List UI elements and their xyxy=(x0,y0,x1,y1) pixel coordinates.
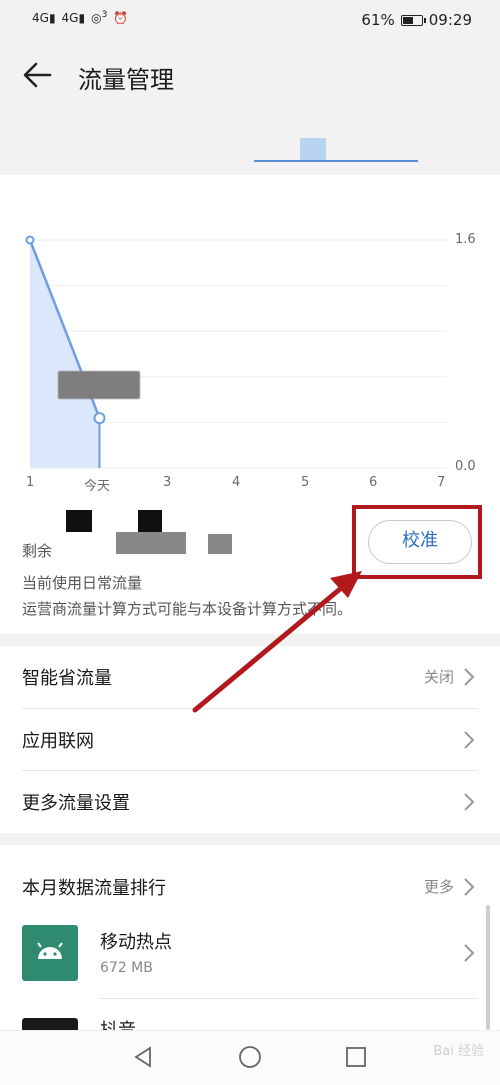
y-tick-max: 1.6 xyxy=(455,232,476,247)
remain-label: 剩余 xyxy=(22,542,53,560)
app-network-label: 应用联网 xyxy=(22,731,94,752)
app-header: 流量管理 xyxy=(0,40,500,175)
redacted-block xyxy=(66,510,92,532)
status-icons-left: 4G▮ 4G▮ ◎3 ⏰ xyxy=(32,10,128,25)
tab-indicator-blur xyxy=(300,138,326,160)
y-tick-min: 0.0 xyxy=(455,459,476,474)
app-name: 移动热点 xyxy=(100,932,172,953)
highlight-box xyxy=(352,505,482,579)
redacted-block xyxy=(208,534,232,554)
carrier-note: 运营商流量计算方式可能与本设备计算方式不同。 xyxy=(22,600,353,618)
current-plan-note: 当前使用日常流量 xyxy=(22,574,143,592)
chart-tooltip xyxy=(58,371,140,399)
more-settings-label: 更多流量设置 xyxy=(22,793,130,814)
section-separator xyxy=(0,833,500,845)
x-tick-1: 1 xyxy=(26,475,35,490)
recents-square-icon[interactable] xyxy=(344,1045,368,1069)
watermark: Bai 经验 xyxy=(433,1044,484,1059)
data-point xyxy=(25,235,35,245)
smart-saver-value: 关闭 xyxy=(423,668,454,686)
smart-saver-label: 智能省流量 xyxy=(22,668,112,689)
hotspot-icon: ◎3 xyxy=(91,10,108,25)
x-tick-7: 7 xyxy=(437,475,446,490)
clock: 09:29 xyxy=(428,11,472,29)
scrollbar[interactable] xyxy=(486,905,490,1030)
redacted-block xyxy=(116,532,186,554)
x-tick-3: 3 xyxy=(163,475,172,490)
android-icon xyxy=(22,925,78,981)
chevron-right-icon xyxy=(464,668,475,686)
back-arrow-icon[interactable] xyxy=(20,58,54,92)
signal-icon: 4G▮ xyxy=(32,10,56,25)
system-nav-bar xyxy=(0,1030,500,1085)
ranking-more-link[interactable]: 更多 xyxy=(424,876,454,897)
x-tick-5: 5 xyxy=(301,475,310,490)
chevron-right-icon xyxy=(464,793,475,811)
battery-icon xyxy=(400,14,426,26)
x-tick-4: 4 xyxy=(232,475,241,490)
usage-area xyxy=(30,240,100,468)
tab-underline xyxy=(254,160,418,162)
smart-saver-row[interactable]: 智能省流量 关闭 xyxy=(0,646,500,708)
x-tick-today: 今天 xyxy=(84,479,111,494)
data-point xyxy=(93,412,106,425)
app-name: 抖音 xyxy=(100,1016,136,1030)
home-circle-icon[interactable] xyxy=(238,1045,262,1069)
divider xyxy=(100,998,478,999)
alarm-icon: ⏰ xyxy=(113,10,129,25)
chevron-right-icon xyxy=(464,731,475,749)
back-triangle-icon[interactable] xyxy=(132,1045,154,1069)
status-bar: 4G▮ 4G▮ ◎3 ⏰ 61% 09:29 xyxy=(0,0,500,40)
chart-svg xyxy=(25,235,447,469)
redacted-block xyxy=(138,510,162,532)
status-icons-right: 61% 09:29 xyxy=(361,11,472,29)
chevron-right-icon[interactable] xyxy=(462,876,476,898)
battery-percent: 61% xyxy=(361,11,395,29)
chevron-right-icon[interactable] xyxy=(462,942,476,964)
app-usage: 672 MB xyxy=(100,960,153,976)
ranking-title: 本月数据流量排行 xyxy=(22,878,166,899)
section-separator xyxy=(0,634,500,646)
signal-icon-2: 4G▮ xyxy=(61,10,86,25)
more-settings-row[interactable]: 更多流量设置 xyxy=(0,771,500,833)
x-tick-6: 6 xyxy=(369,475,378,490)
page-title: 流量管理 xyxy=(78,66,174,94)
app-network-row[interactable]: 应用联网 xyxy=(0,709,500,771)
